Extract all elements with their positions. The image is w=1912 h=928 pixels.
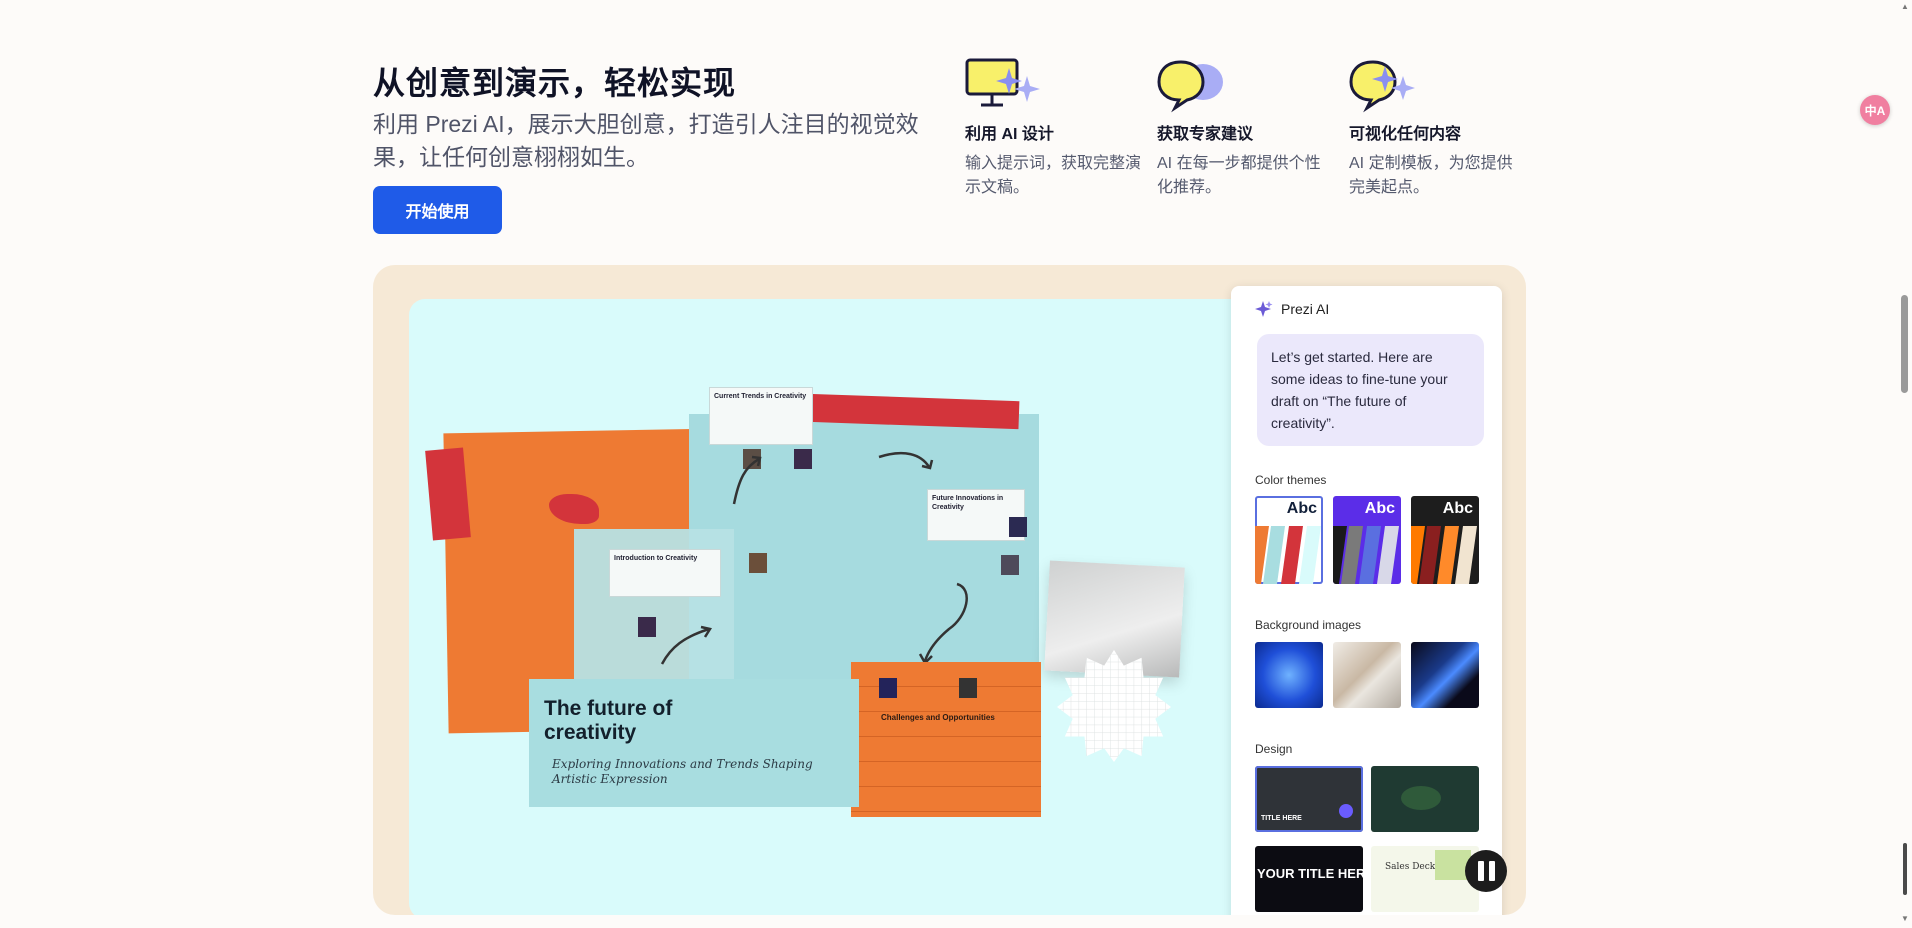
feature-title: 利用 AI 设计 xyxy=(965,126,1054,143)
pause-video-button[interactable] xyxy=(1465,850,1507,892)
get-started-button[interactable]: 开始使用 xyxy=(373,186,502,234)
chat-sparkle-icon xyxy=(1349,60,1415,113)
feature-desc: AI 在每一步都提供个性化推荐。 xyxy=(1157,155,1321,196)
presentation-canvas[interactable]: Current Trends in Creativity Introductio… xyxy=(409,299,1309,915)
slide-subtitle: Exploring Innovations and Trends Shaping… xyxy=(552,757,813,786)
topic-card-challenges[interactable]: Challenges and Opportunities xyxy=(851,662,1041,817)
chat-bubbles-icon xyxy=(1157,60,1223,113)
translate-icon[interactable]: 中A xyxy=(1860,95,1890,125)
monitor-sparkle-icon xyxy=(965,58,1040,107)
slide-title: The future of creativity xyxy=(544,697,673,744)
color-theme-purple[interactable]: Abc xyxy=(1333,496,1401,584)
panel-title: Prezi AI xyxy=(1281,301,1330,317)
prezi-ai-panel: Prezi AI Let’s get started. Here are som… xyxy=(1231,286,1502,915)
color-theme-dark[interactable]: Abc xyxy=(1411,496,1479,584)
color-themes-label: Color themes xyxy=(1255,473,1327,487)
design-template-2[interactable] xyxy=(1371,766,1479,832)
scroll-up-icon[interactable]: ▲ xyxy=(1901,2,1909,11)
background-image-blue[interactable] xyxy=(1255,642,1323,708)
pause-icon xyxy=(1477,861,1484,881)
theme-sample-text: Abc xyxy=(1442,500,1473,517)
feature-desc: 输入提示词，获取完整演示文稿。 xyxy=(965,155,1142,196)
design-thumb-text: TITLE HERE xyxy=(1261,815,1302,822)
feature-title: 获取专家建议 xyxy=(1157,126,1254,143)
ai-message-bubble: Let’s get started. Here are some ideas t… xyxy=(1257,334,1484,446)
background-image-dark-blue[interactable] xyxy=(1411,642,1479,708)
scroll-down-icon[interactable]: ▼ xyxy=(1901,914,1909,923)
design-thumb-text: Sales Deck xyxy=(1385,862,1436,872)
topic-thumbnail xyxy=(879,678,897,698)
background-images-label: Background images xyxy=(1255,618,1362,632)
hero-subtitle: 利用 Prezi AI，展示大胆创意，打造引人注目的视觉效果，让任何创意栩栩如生… xyxy=(373,111,919,170)
sparkle-icon xyxy=(1255,301,1273,317)
theme-sample-text: Abc xyxy=(1364,500,1395,517)
background-image-beige[interactable] xyxy=(1333,642,1401,708)
design-thumb-text: YOUR TITLE HER xyxy=(1257,866,1363,881)
design-template-1[interactable]: TITLE HERE xyxy=(1255,766,1363,832)
page-title: 从创意到演示，轻松实现 xyxy=(373,65,737,101)
scrollbar-marker xyxy=(1903,843,1907,895)
card-title: Challenges and Opportunities xyxy=(881,713,995,722)
prezi-demo-frame: Current Trends in Creativity Introductio… xyxy=(373,265,1526,915)
panel-header: Prezi AI xyxy=(1255,300,1329,318)
theme-sample-text: Abc xyxy=(1286,500,1317,517)
design-template-3[interactable]: YOUR TITLE HER xyxy=(1255,846,1363,912)
design-template-4[interactable]: Sales Deck xyxy=(1371,846,1479,912)
color-theme-light[interactable]: Abc xyxy=(1255,496,1323,584)
topic-thumbnail xyxy=(959,678,977,698)
design-label: Design xyxy=(1255,742,1293,756)
flower-shape xyxy=(1056,649,1172,763)
feature-desc: AI 定制模板，为您提供完美起点。 xyxy=(1349,155,1513,196)
feature-title: 可视化任何内容 xyxy=(1349,126,1462,143)
scrollbar-thumb[interactable] xyxy=(1901,295,1908,393)
